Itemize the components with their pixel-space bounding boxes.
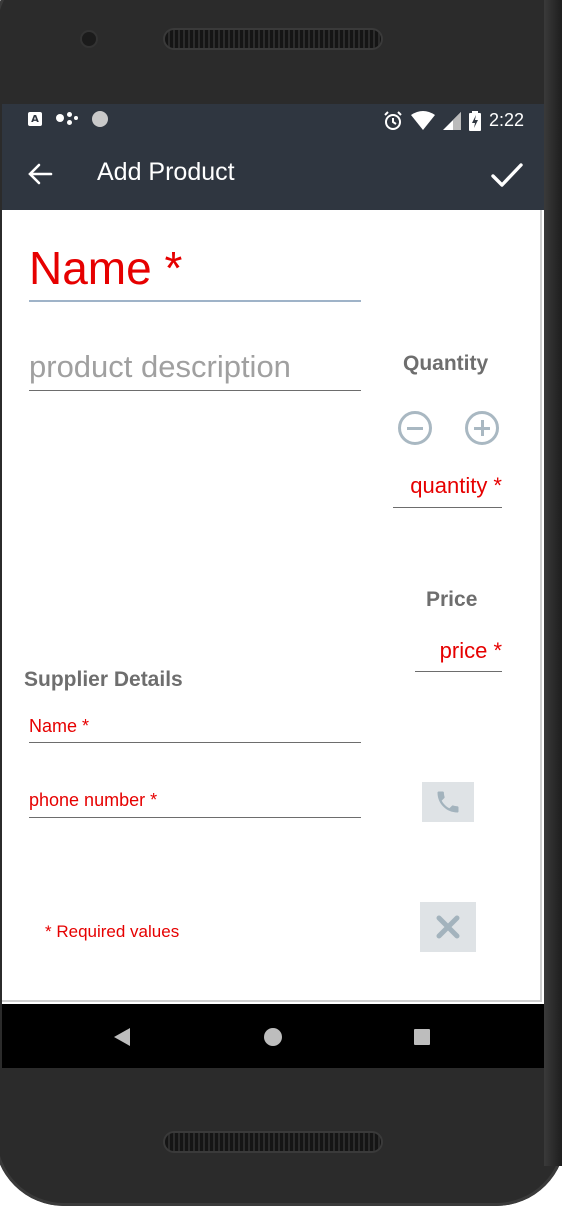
battery-charging-icon — [468, 110, 481, 131]
front-camera — [82, 32, 96, 46]
nav-recent-icon[interactable] — [414, 1029, 430, 1045]
price-input[interactable] — [415, 631, 502, 672]
wifi-icon — [410, 110, 435, 130]
increase-quantity-button[interactable] — [465, 411, 499, 445]
nav-home-icon[interactable] — [264, 1028, 282, 1046]
system-nav-bar — [2, 1004, 544, 1068]
arrow-left-icon — [28, 163, 53, 185]
form-content: Quantity Price Supplier Details * Requir… — [2, 210, 542, 1002]
supplier-phone-input[interactable] — [29, 784, 361, 818]
app-bar: Add Product — [2, 138, 544, 210]
page-title: Add Product — [97, 158, 235, 186]
phone-icon — [437, 791, 459, 813]
nav-back-icon[interactable] — [114, 1028, 130, 1046]
cell-signal-icon — [442, 111, 461, 130]
status-right-icons: 2:22 — [383, 110, 524, 131]
alarm-icon — [384, 110, 402, 130]
device-screen: A 2:22 Add Product Name * product descri… — [2, 104, 544, 1068]
earpiece-speaker — [165, 30, 381, 48]
circle-indicator-icon — [92, 111, 108, 127]
product-description-input[interactable] — [29, 344, 361, 391]
quantity-input[interactable] — [393, 465, 502, 508]
bottom-speaker — [165, 1133, 381, 1151]
call-supplier-button[interactable] — [422, 782, 474, 822]
minus-icon — [407, 426, 423, 430]
a-notification-icon: A — [28, 112, 42, 126]
supplier-details-label: Supplier Details — [24, 668, 183, 691]
status-bar: A 2:22 — [2, 104, 544, 138]
device-edge — [544, 0, 562, 1166]
check-icon — [491, 163, 523, 187]
status-time: 2:22 — [488, 110, 524, 130]
price-label: Price — [426, 588, 478, 611]
close-icon — [436, 915, 460, 939]
back-button[interactable] — [24, 158, 56, 190]
save-button[interactable] — [488, 156, 526, 194]
assistant-dots-icon — [56, 111, 78, 127]
product-name-input[interactable] — [29, 236, 361, 302]
delete-product-button[interactable] — [420, 902, 476, 952]
supplier-name-input[interactable] — [29, 710, 361, 743]
required-values-note: * Required values — [45, 922, 180, 941]
decrease-quantity-button[interactable] — [398, 411, 432, 445]
quantity-label: Quantity — [403, 352, 489, 375]
status-left-icons: A — [28, 111, 108, 127]
